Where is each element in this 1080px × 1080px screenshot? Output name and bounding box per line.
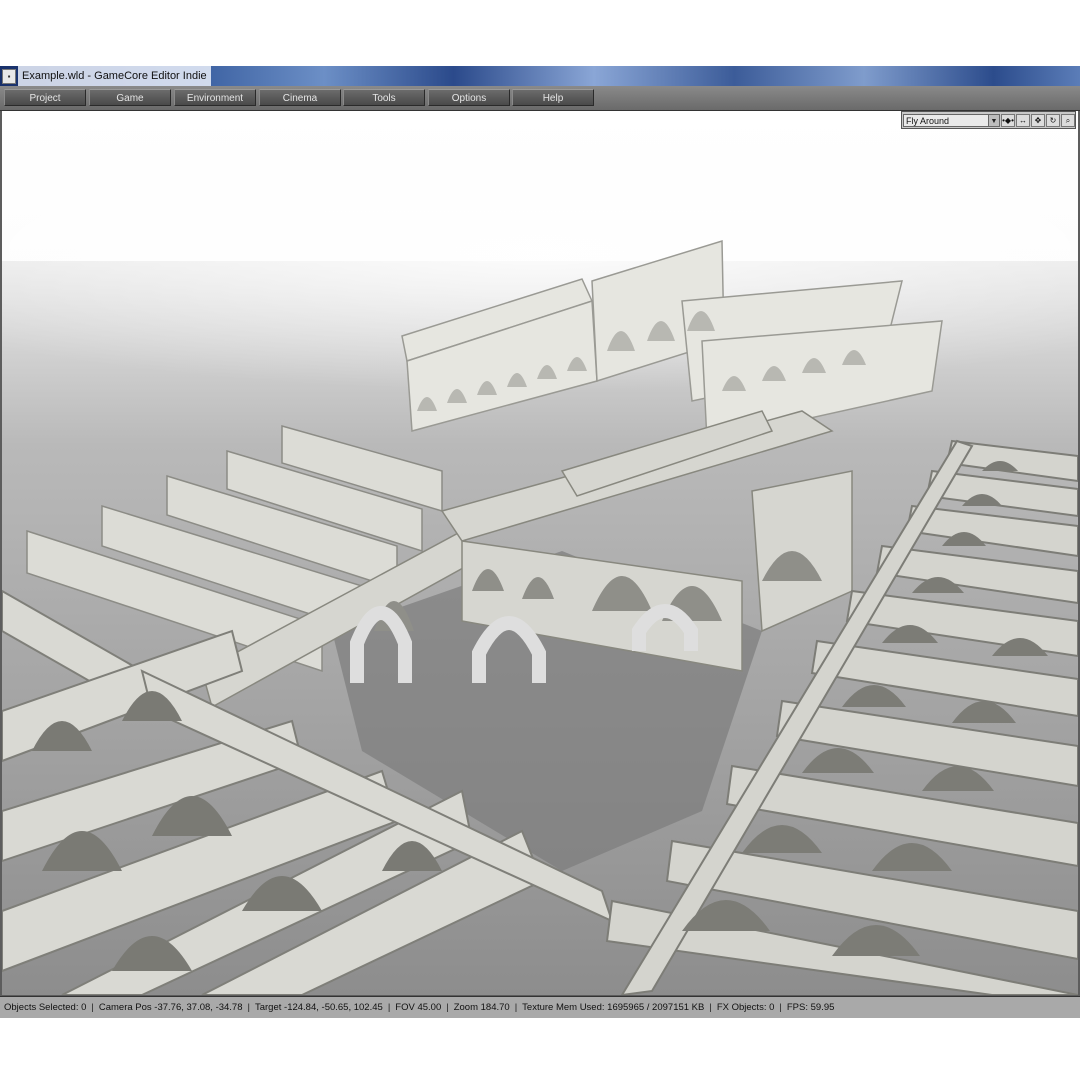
- zoom-icon[interactable]: ⌕: [1061, 113, 1075, 127]
- status-fx-objects: FX Objects: 0: [716, 1002, 775, 1013]
- editor-window: ▪ Example.wld - GameCore Editor Indie Pr…: [0, 66, 1080, 1018]
- pan-horizontal-icon[interactable]: ↔: [1016, 113, 1030, 127]
- status-fov: FOV 45.00: [395, 1002, 442, 1013]
- menu-project[interactable]: Project: [4, 89, 86, 106]
- menu-environment[interactable]: Environment: [174, 89, 256, 106]
- app-icon: ▪: [2, 69, 16, 84]
- status-bar: Objects Selected: 0 | Camera Pos -37.76, 3…: [0, 996, 1080, 1018]
- camera-mode-select[interactable]: Fly Around: [903, 113, 989, 127]
- status-camera-pos: Camera Pos -37.76, 37.08, -34.78: [98, 1002, 243, 1013]
- scene-render: [2, 111, 1078, 995]
- menu-game[interactable]: Game: [89, 89, 171, 106]
- status-objects-selected: Objects Selected: 0: [4, 1002, 87, 1013]
- menu-tools[interactable]: Tools: [343, 89, 425, 106]
- 3d-viewport[interactable]: Fly Around ▼ •◆• ↔ ✥ ↻ ⌕: [2, 111, 1078, 995]
- viewport-toolbar: Fly Around ▼ •◆• ↔ ✥ ↻ ⌕: [901, 111, 1076, 129]
- menu-options[interactable]: Options: [428, 89, 510, 106]
- rotate-icon[interactable]: ↻: [1046, 113, 1060, 127]
- menu-help[interactable]: Help: [512, 89, 594, 106]
- status-fps: FPS: 59.95: [786, 1002, 835, 1013]
- title-bar[interactable]: ▪ Example.wld - GameCore Editor Indie: [0, 66, 1080, 86]
- move-all-icon[interactable]: ✥: [1031, 113, 1045, 127]
- status-zoom: Zoom 184.70: [453, 1002, 510, 1013]
- menu-bar: Project Game Environment Cinema Tools Op…: [0, 86, 1080, 111]
- menu-cinema[interactable]: Cinema: [259, 89, 341, 106]
- status-texture-mem: Texture Mem Used: 1695965 / 2097151 KB: [522, 1002, 705, 1013]
- dropdown-arrow-icon[interactable]: ▼: [989, 113, 1000, 127]
- move-points-icon[interactable]: •◆•: [1001, 113, 1015, 127]
- window-title: Example.wld - GameCore Editor Indie: [18, 66, 211, 86]
- status-target: Target -124.84, -50.65, 102.45: [254, 1002, 383, 1013]
